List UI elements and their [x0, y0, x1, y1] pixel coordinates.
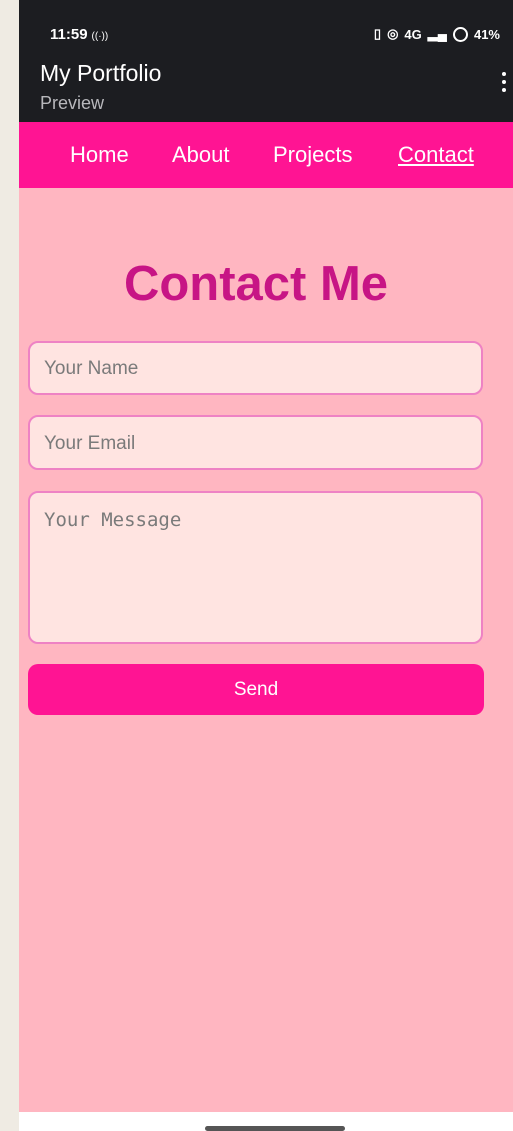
battery-icon: [452, 26, 468, 42]
nav-home[interactable]: Home: [70, 142, 129, 168]
status-icons: ▯ ◎ 4G ▂▄ 41%: [374, 26, 500, 42]
signal-icon: ▂▄: [427, 26, 447, 41]
email-input[interactable]: Your Email: [28, 415, 483, 470]
nav-bar: Home About Projects Contact: [19, 122, 513, 188]
message-placeholder: Your Message: [44, 509, 182, 531]
nav-projects[interactable]: Projects: [273, 142, 352, 168]
message-textarea[interactable]: Your Message: [28, 491, 483, 644]
app-subtitle: Preview: [40, 93, 105, 113]
name-placeholder: Your Name: [44, 358, 139, 379]
network-label: 4G: [404, 26, 422, 42]
page-title: Contact Me: [123, 257, 389, 311]
battery-level: 41%: [473, 26, 500, 42]
hotspot-icon: ((·)): [91, 31, 109, 42]
wifi-icon: ◎: [387, 26, 399, 41]
app-title: My Portfolio: [40, 60, 162, 86]
vibrate-icon: ▯: [373, 26, 382, 41]
app-bar: 11:59 ((·)) ▯ ◎ 4G ▂▄ 41% My Portfolio Pr…: [19, 0, 513, 122]
status-time: 11:59 ((·)): [50, 26, 109, 43]
email-placeholder: Your Email: [44, 433, 136, 454]
name-input[interactable]: Your Name: [28, 341, 483, 395]
nav-contact[interactable]: Contact: [398, 142, 474, 168]
nav-about[interactable]: About: [172, 142, 230, 168]
more-options-icon[interactable]: [501, 72, 507, 94]
send-button[interactable]: Send: [28, 664, 484, 715]
